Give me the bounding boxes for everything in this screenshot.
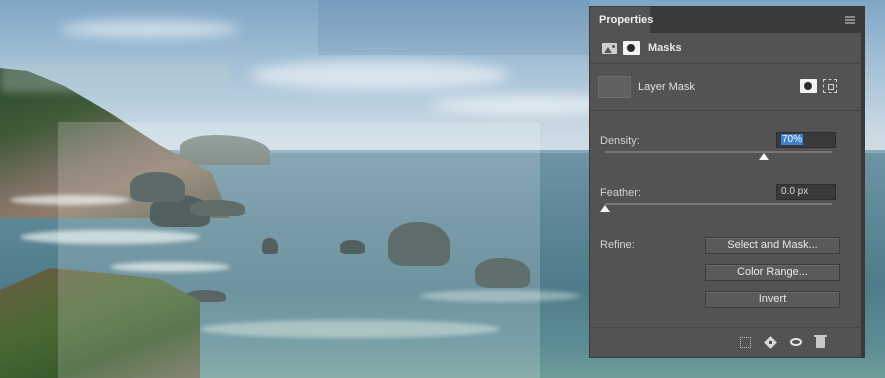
panel-tab-bar: Properties [590,7,861,33]
overlay-region [318,0,590,55]
delete-mask-icon[interactable] [814,335,827,348]
tab-properties[interactable]: Properties [590,7,653,33]
feather-label: Feather: [600,187,641,199]
apply-mask-icon[interactable] [764,336,777,349]
add-vector-mask-icon[interactable] [823,79,837,93]
load-selection-icon[interactable] [740,337,751,348]
density-value: 70% [781,134,804,145]
overlay-region [58,122,540,378]
select-and-mask-button[interactable]: Select and Mask... [705,237,840,254]
density-slider[interactable] [605,151,832,153]
panel-menu-icon[interactable] [845,16,855,24]
layer-mask-row: Layer Mask [590,64,861,111]
invert-button[interactable]: Invert [705,291,840,308]
panel-edge [862,6,865,358]
color-range-button[interactable]: Color Range... [705,264,840,281]
density-label: Density: [600,135,640,147]
layer-mask-label: Layer Mask [638,81,695,93]
panel-bottom-bar [590,327,861,358]
cloud [250,60,510,90]
pixel-layer-icon[interactable] [602,43,617,54]
fog [0,62,230,92]
feather-slider-thumb[interactable] [600,205,610,212]
feather-field[interactable]: 0.0 px [776,184,836,200]
properties-panel: Properties Masks Layer Mask Density: 70%… [589,6,862,358]
cloud [60,20,240,38]
refine-label: Refine: [600,239,635,251]
masks-title: Masks [648,42,682,54]
density-field[interactable]: 70% [776,132,836,148]
mask-icon[interactable] [623,41,640,55]
masks-header: Masks [590,33,861,64]
toggle-visibility-icon[interactable] [790,338,802,346]
mask-thumbnail[interactable] [598,76,631,98]
select-pixel-mask-icon[interactable] [800,79,817,93]
feather-slider[interactable] [605,203,832,205]
density-slider-thumb[interactable] [759,153,769,160]
